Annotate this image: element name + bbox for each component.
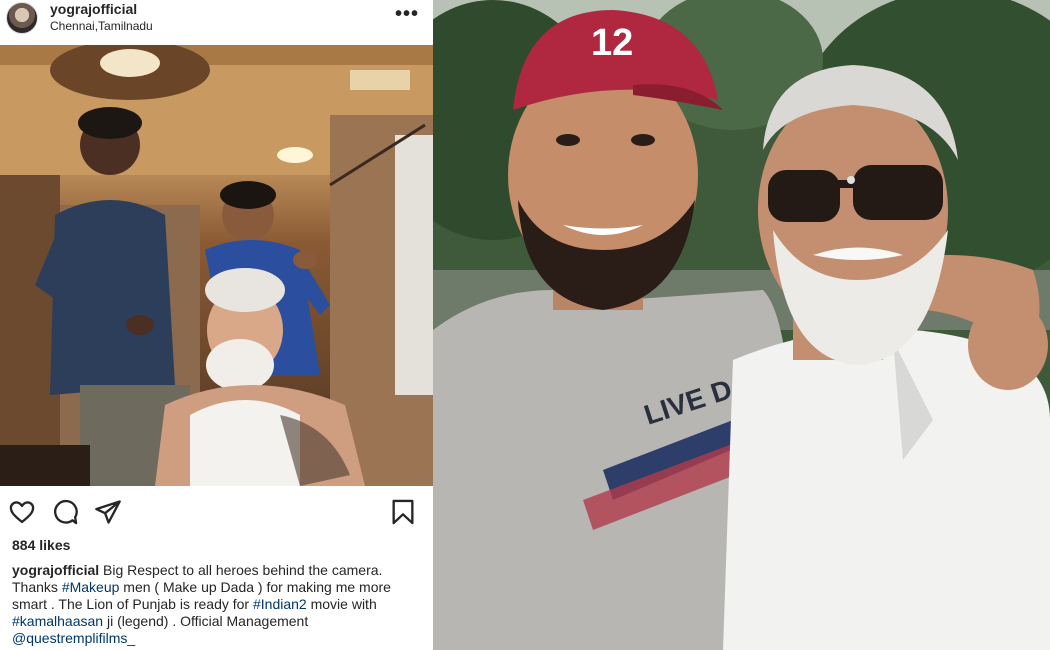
post-header: yograjofficial Chennai,Tamilnadu •••	[0, 0, 433, 44]
cap-number: 12	[591, 22, 633, 64]
hashtag-kamalhaasan[interactable]: #kamalhaasan	[12, 613, 103, 629]
more-options-icon[interactable]: •••	[395, 4, 419, 24]
avatar[interactable]	[6, 2, 38, 34]
post-image[interactable]	[0, 45, 433, 486]
heart-icon[interactable]	[8, 498, 36, 526]
mention-questremplifilms[interactable]: @questremplifilms_	[12, 630, 135, 646]
caption-text-3: movie with	[306, 596, 377, 612]
makeup-room-scene	[0, 45, 433, 486]
bookmark-icon[interactable]	[389, 498, 417, 526]
likes-count[interactable]: 884 likes	[12, 537, 70, 553]
post-location[interactable]: Chennai,Tamilnadu	[50, 19, 153, 33]
share-icon[interactable]	[94, 498, 122, 526]
post-actions	[0, 494, 433, 530]
comment-icon[interactable]	[51, 498, 79, 526]
two-men-photo: LIVE DARE 12	[433, 0, 1050, 650]
caption-text-4: ji (legend) . Official Management	[103, 613, 309, 629]
caption-username[interactable]: yograjofficial	[12, 562, 99, 578]
post-caption: yograjofficial Big Respect to all heroes…	[12, 562, 427, 647]
instagram-post: yograjofficial Chennai,Tamilnadu ••• 884…	[0, 0, 433, 650]
hashtag-makeup[interactable]: #Makeup	[62, 579, 120, 595]
post-username[interactable]: yograjofficial	[50, 1, 137, 17]
portrait-photo: LIVE DARE 12	[433, 0, 1050, 650]
hashtag-indian2[interactable]: #Indian2	[253, 596, 307, 612]
